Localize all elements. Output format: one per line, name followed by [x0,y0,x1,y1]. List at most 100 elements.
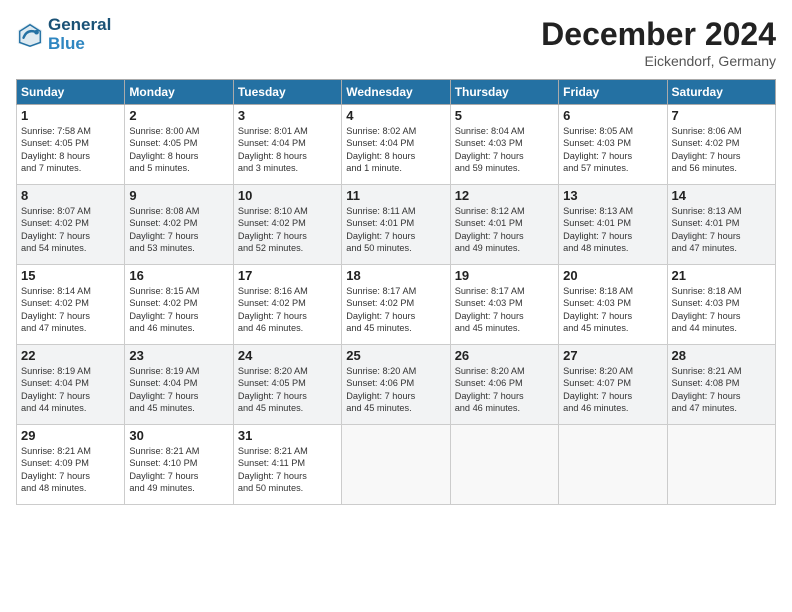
day-info: Sunrise: 8:21 AM Sunset: 4:10 PM Dayligh… [129,445,228,495]
day-number: 14 [672,188,771,203]
calendar-cell [450,425,558,505]
day-info: Sunrise: 8:04 AM Sunset: 4:03 PM Dayligh… [455,125,554,175]
day-info: Sunrise: 8:18 AM Sunset: 4:03 PM Dayligh… [672,285,771,335]
calendar-cell: 2 Sunrise: 8:00 AM Sunset: 4:05 PM Daylig… [125,105,233,185]
calendar-cell: 10 Sunrise: 8:10 AM Sunset: 4:02 PM Dayli… [233,185,341,265]
calendar-cell: 25Sunrise: 8:20 AM Sunset: 4:06 PM Dayli… [342,345,450,425]
day-header-wednesday: Wednesday [342,80,450,105]
day-info: Sunrise: 8:13 AM Sunset: 4:01 PM Dayligh… [672,205,771,255]
day-number: 10 [238,188,337,203]
day-info: Sunrise: 8:20 AM Sunset: 4:07 PM Dayligh… [563,365,662,415]
day-info: Sunrise: 8:18 AM Sunset: 4:03 PM Dayligh… [563,285,662,335]
logo-icon [16,21,44,49]
calendar-cell: 24Sunrise: 8:20 AM Sunset: 4:05 PM Dayli… [233,345,341,425]
calendar-cell: 3 Sunrise: 8:01 AM Sunset: 4:04 PM Daylig… [233,105,341,185]
day-number: 27 [563,348,662,363]
day-number: 13 [563,188,662,203]
day-number: 7 [672,108,771,123]
day-info: Sunrise: 8:20 AM Sunset: 4:05 PM Dayligh… [238,365,337,415]
calendar-cell: 23 Sunrise: 8:19 AM Sunset: 4:04 PM Dayli… [125,345,233,425]
day-info: Sunrise: 8:20 AM Sunset: 4:06 PM Dayligh… [455,365,554,415]
calendar-cell: 14 Sunrise: 8:13 AM Sunset: 4:01 PM Dayli… [667,185,775,265]
day-info: Sunrise: 8:12 AM Sunset: 4:01 PM Dayligh… [455,205,554,255]
calendar-cell: 7 Sunrise: 8:06 AM Sunset: 4:02 PM Daylig… [667,105,775,185]
day-info: Sunrise: 8:15 AM Sunset: 4:02 PM Dayligh… [129,285,228,335]
title-block: December 2024 Eickendorf, Germany [541,16,776,69]
week-row-4: 22Sunrise: 8:19 AM Sunset: 4:04 PM Dayli… [17,345,776,425]
day-header-monday: Monday [125,80,233,105]
calendar-cell: 31Sunrise: 8:21 AM Sunset: 4:11 PM Dayli… [233,425,341,505]
calendar-cell: 9Sunrise: 8:08 AM Sunset: 4:02 PM Daylig… [125,185,233,265]
calendar-cell: 22Sunrise: 8:19 AM Sunset: 4:04 PM Dayli… [17,345,125,425]
calendar-cell: 11 Sunrise: 8:11 AM Sunset: 4:01 PM Dayli… [342,185,450,265]
day-number: 12 [455,188,554,203]
day-info: Sunrise: 8:00 AM Sunset: 4:05 PM Dayligh… [129,125,228,175]
logo: General Blue [16,16,111,53]
day-info: Sunrise: 8:17 AM Sunset: 4:02 PM Dayligh… [346,285,445,335]
calendar-cell: 29 Sunrise: 8:21 AM Sunset: 4:09 PM Dayli… [17,425,125,505]
week-row-5: 29 Sunrise: 8:21 AM Sunset: 4:09 PM Dayli… [17,425,776,505]
week-row-3: 15 Sunrise: 8:14 AM Sunset: 4:02 PM Dayli… [17,265,776,345]
calendar-cell: 17 Sunrise: 8:16 AM Sunset: 4:02 PM Dayli… [233,265,341,345]
day-number: 1 [21,108,120,123]
day-number: 30 [129,428,228,443]
calendar-cell [559,425,667,505]
calendar-cell: 21 Sunrise: 8:18 AM Sunset: 4:03 PM Dayli… [667,265,775,345]
calendar-cell: 5 Sunrise: 8:04 AM Sunset: 4:03 PM Daylig… [450,105,558,185]
page-header: General Blue December 2024 Eickendorf, G… [16,16,776,69]
day-info: Sunrise: 8:02 AM Sunset: 4:04 PM Dayligh… [346,125,445,175]
calendar-cell: 13 Sunrise: 8:13 AM Sunset: 4:01 PM Dayli… [559,185,667,265]
day-number: 26 [455,348,554,363]
day-number: 5 [455,108,554,123]
day-number: 8 [21,188,120,203]
calendar-cell: 27 Sunrise: 8:20 AM Sunset: 4:07 PM Dayli… [559,345,667,425]
day-number: 16 [129,268,228,283]
day-info: Sunrise: 8:06 AM Sunset: 4:02 PM Dayligh… [672,125,771,175]
day-number: 19 [455,268,554,283]
day-number: 31 [238,428,337,443]
day-header-tuesday: Tuesday [233,80,341,105]
day-header-friday: Friday [559,80,667,105]
day-info: Sunrise: 8:01 AM Sunset: 4:04 PM Dayligh… [238,125,337,175]
day-info: Sunrise: 8:13 AM Sunset: 4:01 PM Dayligh… [563,205,662,255]
day-number: 3 [238,108,337,123]
calendar-cell: 18 Sunrise: 8:17 AM Sunset: 4:02 PM Dayli… [342,265,450,345]
calendar-cell: 4 Sunrise: 8:02 AM Sunset: 4:04 PM Daylig… [342,105,450,185]
day-number: 25 [346,348,445,363]
location-subtitle: Eickendorf, Germany [541,53,776,69]
day-info: Sunrise: 8:10 AM Sunset: 4:02 PM Dayligh… [238,205,337,255]
calendar-cell: 16 Sunrise: 8:15 AM Sunset: 4:02 PM Dayli… [125,265,233,345]
week-row-1: 1 Sunrise: 7:58 AM Sunset: 4:05 PM Daylig… [17,105,776,185]
day-info: Sunrise: 8:05 AM Sunset: 4:03 PM Dayligh… [563,125,662,175]
calendar-cell: 12 Sunrise: 8:12 AM Sunset: 4:01 PM Dayli… [450,185,558,265]
day-info: Sunrise: 8:11 AM Sunset: 4:01 PM Dayligh… [346,205,445,255]
calendar-cell: 26 Sunrise: 8:20 AM Sunset: 4:06 PM Dayli… [450,345,558,425]
day-info: Sunrise: 8:17 AM Sunset: 4:03 PM Dayligh… [455,285,554,335]
day-info: Sunrise: 8:07 AM Sunset: 4:02 PM Dayligh… [21,205,120,255]
day-number: 23 [129,348,228,363]
calendar-cell: 28 Sunrise: 8:21 AM Sunset: 4:08 PM Dayli… [667,345,775,425]
day-number: 4 [346,108,445,123]
day-info: Sunrise: 8:21 AM Sunset: 4:09 PM Dayligh… [21,445,120,495]
day-number: 21 [672,268,771,283]
calendar-cell: 15 Sunrise: 8:14 AM Sunset: 4:02 PM Dayli… [17,265,125,345]
calendar-table: SundayMondayTuesdayWednesdayThursdayFrid… [16,79,776,505]
day-number: 2 [129,108,228,123]
day-info: Sunrise: 8:16 AM Sunset: 4:02 PM Dayligh… [238,285,337,335]
calendar-cell: 6Sunrise: 8:05 AM Sunset: 4:03 PM Daylig… [559,105,667,185]
day-number: 17 [238,268,337,283]
calendar-cell: 30 Sunrise: 8:21 AM Sunset: 4:10 PM Dayli… [125,425,233,505]
day-number: 11 [346,188,445,203]
day-number: 29 [21,428,120,443]
day-number: 28 [672,348,771,363]
week-row-2: 8 Sunrise: 8:07 AM Sunset: 4:02 PM Daylig… [17,185,776,265]
calendar-cell: 20Sunrise: 8:18 AM Sunset: 4:03 PM Dayli… [559,265,667,345]
day-number: 18 [346,268,445,283]
day-info: Sunrise: 8:08 AM Sunset: 4:02 PM Dayligh… [129,205,228,255]
day-header-saturday: Saturday [667,80,775,105]
day-info: Sunrise: 8:14 AM Sunset: 4:02 PM Dayligh… [21,285,120,335]
day-info: Sunrise: 8:19 AM Sunset: 4:04 PM Dayligh… [129,365,228,415]
day-number: 15 [21,268,120,283]
day-info: Sunrise: 7:58 AM Sunset: 4:05 PM Dayligh… [21,125,120,175]
day-info: Sunrise: 8:21 AM Sunset: 4:08 PM Dayligh… [672,365,771,415]
